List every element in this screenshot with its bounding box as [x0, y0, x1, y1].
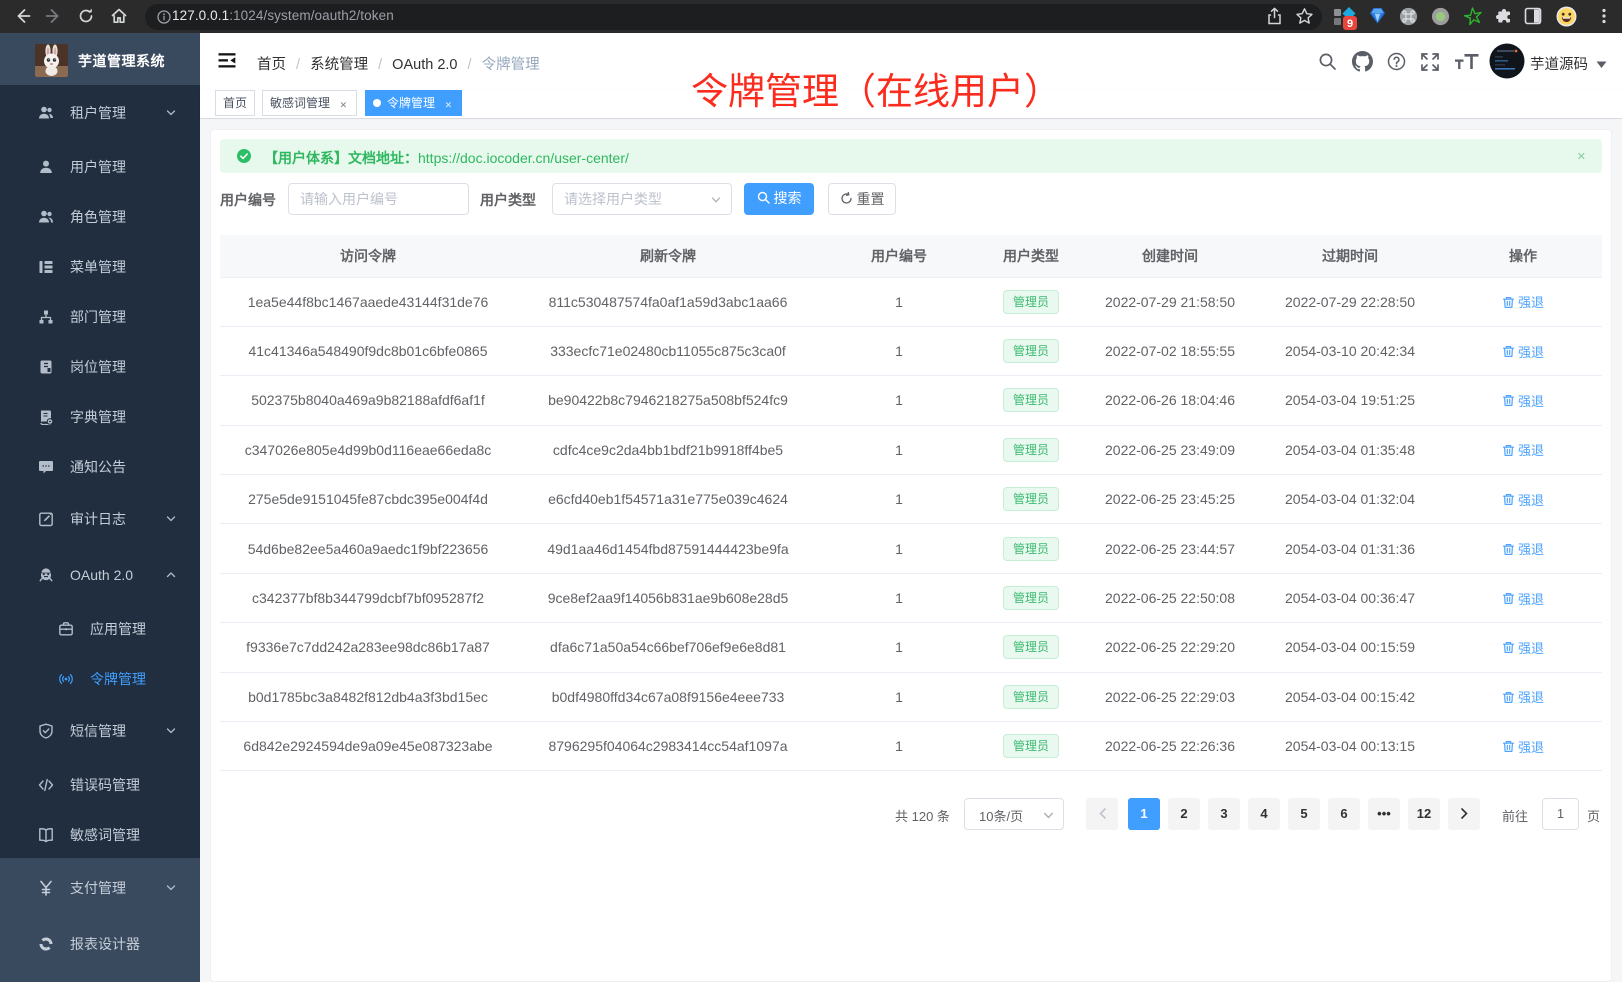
svg-text:9: 9	[1347, 18, 1353, 30]
